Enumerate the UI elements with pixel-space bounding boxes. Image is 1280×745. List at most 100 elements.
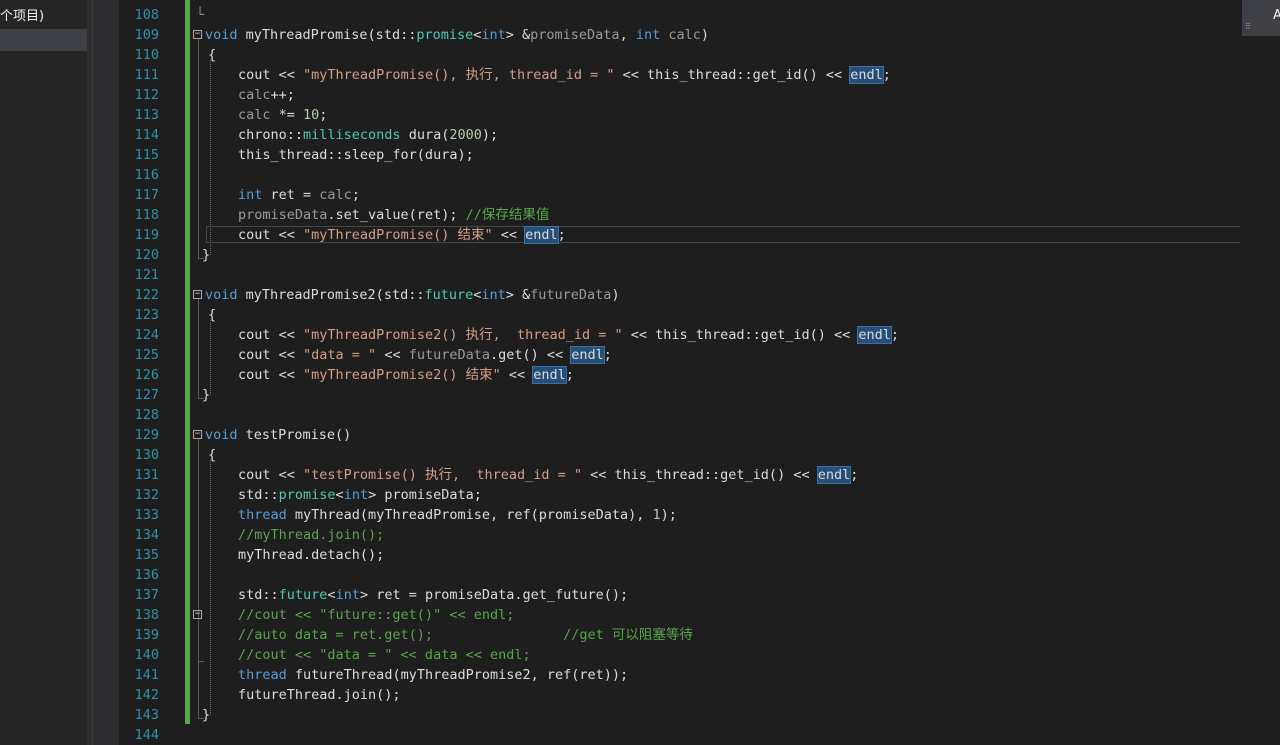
token: ret =	[262, 187, 320, 203]
highlighted-reference: endl	[849, 66, 884, 84]
line-number: 112	[134, 87, 159, 103]
line-number: 133	[134, 507, 159, 523]
token: promise	[416, 27, 474, 43]
line-number: 132	[134, 487, 159, 503]
token: int	[635, 27, 661, 43]
token: );	[660, 507, 677, 523]
comment-block-guide-end	[198, 661, 204, 662]
token: )	[700, 27, 710, 43]
token: ,	[619, 27, 636, 43]
line-number: 117	[134, 187, 159, 203]
selected-tree-item[interactable]	[0, 29, 87, 51]
code-line-135: myThread.detach();	[238, 547, 385, 563]
panel-splitter[interactable]	[87, 0, 119, 745]
outline-guide	[198, 299, 199, 398]
project-node[interactable]: 个项目)	[0, 6, 87, 28]
token: ;	[319, 107, 328, 123]
code-line-129: void testPromise()	[205, 425, 351, 445]
collapse-toggle[interactable]: −	[193, 610, 202, 619]
token: > promiseData;	[368, 487, 482, 503]
line-number: 140	[134, 647, 159, 663]
highlighted-reference: endl	[857, 326, 892, 344]
token: <<	[492, 227, 526, 243]
token: .set_value(ret);	[327, 207, 466, 223]
line-number: 109	[134, 27, 159, 43]
properties-panel-tab[interactable]: A ⠿	[1242, 0, 1280, 36]
line-number: 137	[134, 587, 159, 603]
highlighted-reference: endl	[570, 346, 605, 364]
line-number: 114	[134, 127, 159, 143]
token: testPromise()	[237, 427, 352, 443]
token: futureThread(myThreadPromise2, ref(ret))…	[286, 667, 629, 683]
line-number: 115	[134, 147, 159, 163]
code-line-108: └	[196, 7, 205, 23]
code-line-134: //myThread.join();	[238, 527, 385, 543]
line-number: 134	[134, 527, 159, 543]
token: )	[611, 287, 620, 303]
code-line-133: thread myThread(myThreadPromise, ref(pro…	[238, 505, 677, 525]
code-line-127: }	[202, 387, 211, 403]
indent-guide	[210, 320, 211, 395]
collapse-toggle[interactable]: −	[193, 430, 202, 439]
code-line-140: //cout << "data = " << data << endl;	[238, 647, 531, 663]
solution-explorer-panel: 个项目)	[0, 0, 87, 745]
line-number: 144	[134, 727, 159, 743]
code-line-132: std::promise<int> promiseData;	[238, 485, 482, 505]
token: promiseData	[530, 27, 620, 43]
token: cout <<	[238, 367, 304, 383]
token: thread	[238, 667, 287, 683]
line-number: 124	[134, 327, 159, 343]
token: 10	[303, 107, 320, 123]
token: calc	[319, 187, 352, 203]
line-number: 142	[134, 687, 159, 703]
line-number: 130	[134, 447, 159, 463]
token: thread	[238, 507, 287, 523]
token: futureData	[530, 287, 612, 303]
token: > ret = promiseData.get_future();	[359, 587, 629, 603]
token: //保存结果值	[465, 207, 550, 223]
token: *=	[270, 107, 304, 123]
line-number: 127	[134, 387, 159, 403]
token: cout <<	[238, 67, 304, 83]
token: int	[343, 487, 369, 503]
token: << this_thread::get_id() <<	[582, 467, 818, 483]
collapse-toggle[interactable]: −	[193, 30, 202, 39]
token: << this_thread::get_id() <<	[622, 327, 859, 343]
line-number: 136	[134, 567, 159, 583]
code-line-109: void myThreadPromise(std::promise<int> &…	[205, 25, 709, 45]
outline-guide	[198, 439, 199, 718]
token: future	[278, 587, 328, 603]
code-line-110: {	[208, 47, 217, 63]
highlighted-reference: endl	[524, 226, 559, 244]
token: dura(	[400, 127, 450, 143]
token: cout <<	[238, 327, 304, 343]
token: > &	[505, 287, 531, 303]
line-number: 118	[134, 207, 159, 223]
line-number: 111	[134, 67, 159, 83]
splitter-edge	[92, 0, 93, 745]
token: promise	[278, 487, 336, 503]
token: ;	[850, 467, 859, 483]
token: "data = "	[303, 347, 377, 363]
token: ++;	[270, 87, 295, 103]
code-editor[interactable]: − − − − └ void myThreadPromise(std::prom…	[190, 0, 1240, 745]
line-number: 125	[134, 347, 159, 363]
code-line-119: cout << "myThreadPromise() 结束" << endl;	[238, 225, 566, 245]
line-number: 119	[134, 227, 159, 243]
token: "myThreadPromise(), 执行, thread_id = "	[303, 67, 615, 83]
line-number: 139	[134, 627, 159, 643]
collapse-toggle[interactable]: −	[193, 290, 202, 299]
token: "testPromise() 执行, thread_id = "	[303, 467, 582, 483]
code-line-117: int ret = calc;	[238, 185, 360, 205]
token: ;	[890, 327, 899, 343]
token: ;	[351, 187, 360, 203]
code-line-141: thread futureThread(myThreadPromise2, re…	[238, 665, 628, 685]
code-line-137: std::future<int> ret = promiseData.get_f…	[238, 585, 628, 605]
code-line-124: cout << "myThreadPromise2() 执行, thread_i…	[238, 325, 899, 345]
panel-tab-label: A	[1273, 8, 1280, 23]
token: << this_thread::get_id() <<	[614, 67, 851, 83]
token: calc	[238, 107, 271, 123]
token: cout <<	[238, 347, 304, 363]
line-number: 131	[134, 467, 159, 483]
token: myThreadPromise(std::	[237, 27, 417, 43]
